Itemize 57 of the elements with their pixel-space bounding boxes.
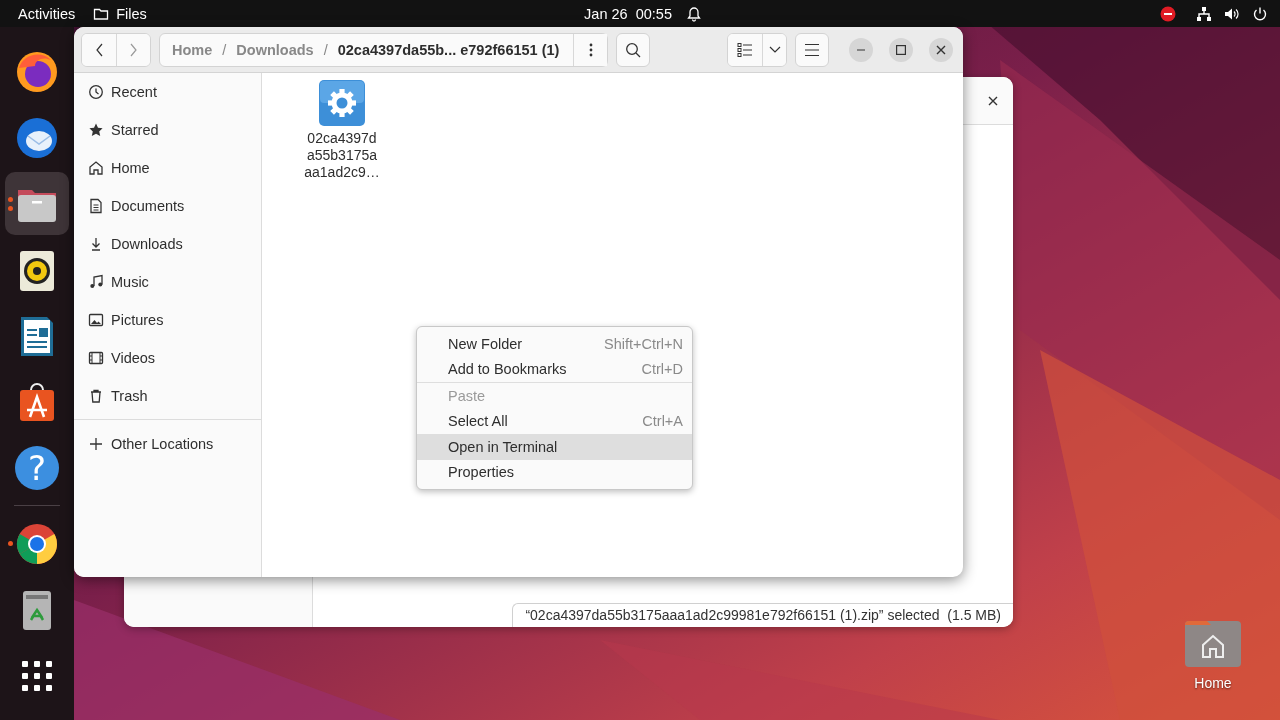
chrome-icon[interactable] [15, 521, 59, 566]
power-icon[interactable] [1252, 5, 1268, 22]
bell-icon[interactable] [685, 5, 702, 22]
music-note-icon [88, 274, 104, 290]
menu-item[interactable]: Select All Ctrl+A [417, 408, 692, 434]
list-icon [737, 41, 753, 58]
sidebar-item[interactable]: Home [111, 160, 150, 176]
sidebar-item[interactable]: Starred [111, 122, 159, 138]
chevron-left-icon [94, 41, 104, 58]
sidebar-item[interactable]: Other Locations [111, 436, 214, 452]
trash-icon [88, 388, 104, 404]
clock[interactable]: Jan 26 00:55 [584, 5, 672, 22]
close-icon [936, 44, 946, 55]
clock-icon [88, 84, 104, 100]
path-separator: / [222, 41, 227, 58]
status-text: “02ca4397da55b3175aaa1ad2c99981e792f66151 (1).zip” selected (1.5 MB) [512, 603, 1013, 627]
plus-icon [88, 436, 104, 452]
gear-file-icon[interactable] [319, 80, 365, 126]
star-icon [88, 122, 104, 138]
kebab-icon [588, 42, 593, 57]
path-crumb[interactable]: 02ca4397da55b... e792f66151 (1) [337, 41, 560, 58]
sidebar-item[interactable]: Music [111, 274, 149, 290]
close-icon[interactable] [987, 94, 999, 107]
search-button[interactable] [616, 32, 650, 67]
network-icon[interactable] [1196, 5, 1212, 22]
app-menu[interactable]: Files [116, 5, 147, 22]
minimize-icon [857, 48, 865, 51]
document-icon [88, 198, 104, 214]
close-button[interactable] [929, 37, 953, 62]
menu-item[interactable]: Add to Bookmarks Ctrl+D [417, 356, 692, 382]
chevron-down-icon [768, 46, 781, 53]
search-icon [625, 41, 641, 58]
film-icon [88, 350, 104, 366]
maximize-icon [896, 44, 906, 55]
minimize-button[interactable] [849, 37, 873, 62]
menu-button[interactable] [795, 32, 829, 67]
file-name[interactable]: 02ca4397d a55b3175a aa1ad2c9… [304, 130, 380, 181]
firefox-icon[interactable] [15, 49, 59, 94]
sidebar-item[interactable]: Pictures [111, 312, 164, 328]
menu-item[interactable]: Properties [417, 459, 692, 485]
activities-button[interactable]: Activities [18, 5, 76, 22]
sidebar-item[interactable]: Documents [111, 198, 185, 214]
sidebar-item[interactable]: Downloads [111, 236, 183, 252]
menu-item[interactable]: New Folder Shift+Ctrl+N [417, 331, 692, 357]
desktop-icon-label[interactable]: Home [1194, 675, 1232, 691]
sidebar-item[interactable]: Videos [111, 350, 156, 366]
sidebar-item[interactable]: Recent [111, 84, 157, 100]
image-icon [88, 312, 104, 328]
path-separator: / [323, 41, 328, 58]
menu-icon [804, 41, 820, 58]
menu-item[interactable]: Open in Terminal [417, 434, 692, 460]
home-icon [88, 160, 104, 176]
do-not-disturb-icon[interactable] [1160, 5, 1176, 22]
sidebar-item[interactable]: Trash [111, 388, 148, 404]
maximize-button[interactable] [889, 37, 913, 62]
bird-envelope-icon[interactable] [15, 115, 59, 160]
chevron-right-icon [128, 41, 139, 58]
